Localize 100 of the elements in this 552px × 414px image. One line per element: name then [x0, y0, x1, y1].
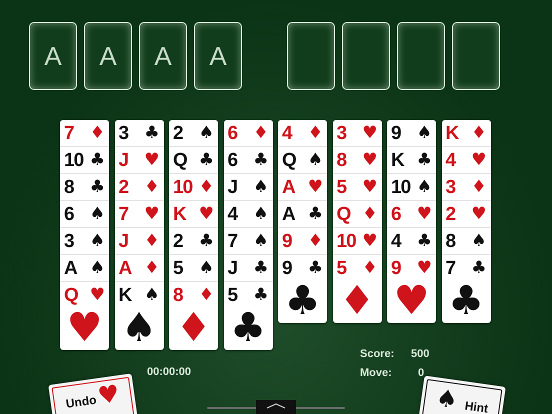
suit-symbol: ♦ [90, 124, 105, 142]
playing-card[interactable]: 2 ♦ [114, 173, 164, 200]
foundation-slot[interactable]: A [84, 22, 132, 90]
playing-card[interactable]: 2 ♠ [169, 120, 218, 146]
playing-card[interactable]: 3 ♣ [114, 120, 164, 146]
suit-symbol: ♠ [253, 178, 268, 196]
playing-card[interactable]: 3 ♥ [332, 120, 382, 146]
free-cell-slot[interactable] [397, 22, 445, 90]
playing-card[interactable]: 7 ♠ [224, 227, 272, 254]
suit-symbol: ♥ [96, 381, 121, 408]
suit-symbol: ♣ [198, 232, 214, 250]
playing-card[interactable]: 8 ♠ [442, 227, 490, 254]
suit-symbol: ♣ [416, 232, 432, 250]
card-rank: J [118, 232, 128, 250]
playing-card[interactable]: 7 ♦ [60, 120, 109, 146]
suit-symbol: ♠ [144, 286, 160, 304]
free-cell-slot[interactable] [287, 22, 335, 90]
playing-card[interactable]: 9 ♦ [278, 227, 327, 254]
card-rank: K [446, 124, 458, 142]
card-rank: K [118, 286, 132, 304]
playing-card[interactable]: 10 ♦ [169, 173, 218, 200]
suit-symbol: ♠ [90, 232, 105, 250]
playing-card[interactable]: K ♦ [442, 120, 490, 146]
large-suit-symbol: ♥ [394, 281, 430, 321]
playing-card[interactable]: 4 ♣ [387, 227, 436, 254]
chevron-tab[interactable] [256, 400, 296, 414]
card-rank: 10 [391, 178, 410, 196]
playing-card[interactable]: J ♥ [114, 146, 164, 173]
playing-card[interactable]: J ♠ [224, 173, 272, 200]
playing-card[interactable]: Q ♦ [332, 200, 382, 227]
playing-card[interactable]: 8 ♥ [332, 146, 382, 173]
card-rank: 7 [64, 124, 74, 142]
playing-card[interactable]: 5 ♥ [332, 173, 382, 200]
playing-card[interactable]: 6 ♠ [60, 200, 109, 227]
playing-card[interactable]: 6 ♣ [224, 146, 272, 173]
playing-card[interactable]: J ♦ [114, 227, 164, 254]
suit-symbol: ♠ [434, 386, 460, 412]
card-rank: 6 [64, 204, 74, 224]
playing-card[interactable]: K ♣ [387, 146, 436, 173]
playing-card[interactable]: 9 ♥ ♥ [387, 254, 436, 323]
suit-symbol: ♦ [471, 124, 486, 142]
card-rank: 9 [282, 258, 292, 278]
playing-card[interactable]: 2 ♥ [442, 200, 490, 227]
large-suit-symbol: ♦ [339, 281, 375, 321]
playing-card[interactable]: Q ♣ [169, 146, 218, 173]
suit-symbol: ♦ [362, 260, 378, 276]
playing-card[interactable]: 6 ♦ [224, 120, 272, 146]
playing-card[interactable]: K ♠ ♠ [114, 281, 164, 350]
card-rank: 9 [391, 124, 401, 142]
playing-card[interactable]: Q ♠ [278, 146, 327, 173]
playing-card[interactable]: 10 ♠ [387, 173, 436, 200]
playing-card[interactable]: 8 ♣ [60, 173, 109, 200]
playing-card[interactable]: 8 ♦ ♦ [169, 281, 218, 350]
suit-symbol: ♠ [90, 206, 105, 222]
foundation-slot[interactable]: A [194, 22, 242, 90]
playing-card[interactable]: 7 ♥ [114, 200, 164, 227]
large-suit-symbol: ♣ [230, 308, 266, 348]
playing-card[interactable]: 5 ♠ [169, 254, 218, 281]
playing-card[interactable]: 10 ♣ [60, 146, 109, 173]
playing-card[interactable]: A ♣ [278, 200, 327, 227]
card-rank: 10 [173, 178, 192, 196]
foundation-slot[interactable]: A [29, 22, 77, 90]
playing-card[interactable]: 5 ♣ ♣ [224, 281, 272, 350]
free-cell-slot[interactable] [452, 22, 500, 90]
suit-symbol: ♥ [416, 260, 432, 276]
playing-card[interactable]: 7 ♣ ♣ [442, 254, 490, 323]
playing-card[interactable]: 2 ♣ [169, 227, 218, 254]
card-rank: 8 [446, 232, 456, 250]
playing-card[interactable]: A ♦ [114, 254, 164, 281]
playing-card[interactable]: 9 ♣ ♣ [278, 254, 327, 323]
suit-symbol: ♦ [362, 206, 378, 222]
playing-card[interactable]: 9 ♠ [387, 120, 436, 146]
suit-symbol: ♥ [471, 152, 486, 168]
playing-card[interactable]: A ♠ [60, 254, 109, 281]
suit-symbol: ♦ [144, 178, 160, 196]
playing-card[interactable]: 4 ♦ [278, 120, 327, 146]
card-rank: 6 [228, 150, 238, 170]
playing-card[interactable]: J ♣ [224, 254, 272, 281]
suit-symbol: ♦ [253, 124, 268, 142]
playing-card[interactable]: 4 ♥ [442, 146, 490, 173]
suit-symbol: ♠ [416, 124, 432, 142]
playing-card[interactable]: 4 ♠ [224, 200, 272, 227]
suit-symbol: ♥ [471, 206, 486, 222]
playing-card[interactable]: K ♥ [169, 200, 218, 227]
large-suit-symbol: ♦ [176, 308, 212, 348]
playing-card[interactable]: 3 ♦ [442, 173, 490, 200]
playing-card[interactable]: 6 ♥ [387, 200, 436, 227]
suit-symbol: ♣ [90, 178, 105, 196]
card-rank: J [228, 178, 238, 196]
free-cell-slot[interactable] [342, 22, 390, 90]
playing-card[interactable]: 3 ♠ [60, 227, 109, 254]
card-rank: K [391, 150, 404, 170]
foundation-slot[interactable]: A [139, 22, 187, 90]
suit-symbol: ♦ [308, 232, 323, 250]
playing-card[interactable]: Q ♥ ♥ [60, 281, 109, 350]
undo-button[interactable]: Undo ♥ [48, 373, 140, 414]
suit-symbol: ♥ [144, 152, 160, 168]
playing-card[interactable]: A ♥ [278, 173, 327, 200]
playing-card[interactable]: 5 ♦ ♦ [332, 254, 382, 323]
playing-card[interactable]: 10 ♥ [332, 227, 382, 254]
